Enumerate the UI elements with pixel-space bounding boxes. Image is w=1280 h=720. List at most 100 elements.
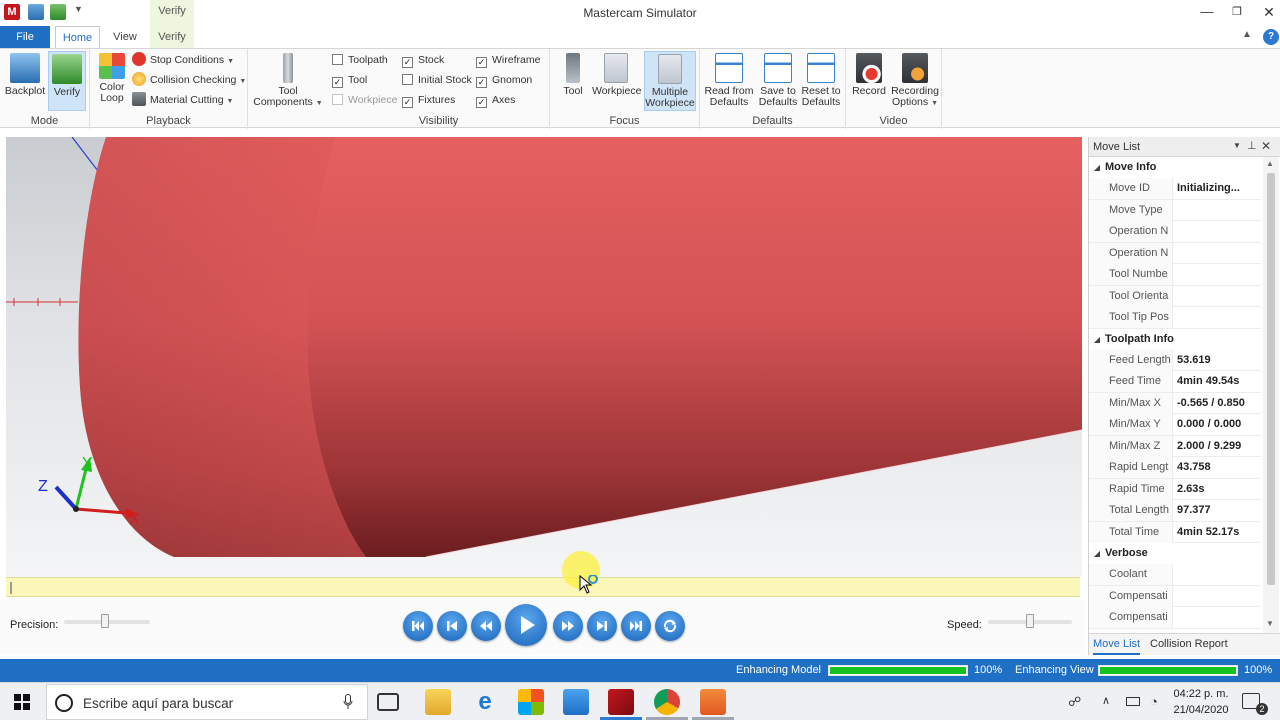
task-view-icon[interactable] bbox=[377, 693, 399, 711]
stop-conditions-button[interactable]: Stop Conditions ▼ bbox=[132, 51, 234, 69]
checkbox-box[interactable] bbox=[332, 54, 343, 65]
visibility-wireframe-checkbox[interactable]: ✓ Wireframe bbox=[476, 51, 540, 69]
color-loop-button[interactable]: Color Loop bbox=[94, 51, 130, 111]
property-row[interactable]: Tool Numbe bbox=[1089, 264, 1261, 286]
property-row[interactable]: Move ID Initializing... bbox=[1089, 178, 1261, 200]
chrome-icon[interactable] bbox=[654, 689, 680, 715]
clock-time[interactable]: 04:22 p. m. bbox=[1172, 688, 1230, 700]
edge-browser-icon[interactable]: e bbox=[472, 689, 498, 715]
checkbox-box[interactable]: ✓ bbox=[476, 97, 487, 108]
collapse-triangle-icon[interactable]: ◢ bbox=[1089, 157, 1105, 178]
windows-start-icon[interactable] bbox=[14, 694, 30, 710]
microsoft-store-icon[interactable] bbox=[518, 689, 544, 715]
scroll-down-icon[interactable]: ▼ bbox=[1266, 619, 1274, 628]
checkbox-box[interactable] bbox=[402, 74, 413, 85]
visibility-tool-checkbox[interactable]: ✓ Tool bbox=[332, 71, 367, 89]
checkbox-box[interactable]: ✓ bbox=[476, 77, 487, 88]
property-row[interactable]: Tool Tip Pos bbox=[1089, 307, 1261, 329]
simulation-viewport[interactable]: X Y Z bbox=[6, 137, 1082, 577]
minimize-button[interactable]: — bbox=[1192, 2, 1222, 22]
property-row[interactable]: Compensati bbox=[1089, 585, 1261, 607]
precision-slider-thumb[interactable] bbox=[101, 614, 110, 628]
material-cutting-button[interactable]: Material Cutting ▼ bbox=[132, 91, 233, 109]
section-move-info[interactable]: ◢ Move Info bbox=[1089, 157, 1261, 178]
property-row[interactable]: Min/Max Y 0.000 / 0.000 bbox=[1089, 414, 1261, 436]
quick-access-verify-icon[interactable] bbox=[50, 4, 66, 20]
save-to-defaults-button[interactable]: Save to Defaults bbox=[756, 51, 800, 111]
property-row[interactable]: Feed Time 4min 49.54s bbox=[1089, 371, 1261, 393]
property-row[interactable]: Compensati bbox=[1089, 607, 1261, 629]
focus-workpiece-button[interactable]: Workpiece bbox=[592, 51, 641, 111]
reset-to-defaults-button[interactable]: Reset to Defaults bbox=[800, 51, 842, 111]
clock-date[interactable]: 21/04/2020 bbox=[1172, 704, 1230, 716]
mastercam-app-icon[interactable]: M bbox=[4, 4, 20, 20]
scroll-up-icon[interactable]: ▲ bbox=[1266, 159, 1274, 168]
property-row[interactable]: Min/Max X -0.565 / 0.850 bbox=[1089, 392, 1261, 414]
tab-collision-report[interactable]: Collision Report bbox=[1150, 637, 1228, 655]
property-row[interactable]: Min/Max Z 2.000 / 9.299 bbox=[1089, 435, 1261, 457]
close-button[interactable]: ✕ bbox=[1254, 2, 1280, 22]
quick-access-save-icon[interactable] bbox=[28, 4, 44, 20]
property-row[interactable]: Coolant bbox=[1089, 564, 1261, 586]
property-row[interactable]: Tool Orienta bbox=[1089, 285, 1261, 307]
collapse-triangle-icon[interactable]: ◢ bbox=[1089, 329, 1105, 350]
section-verbose[interactable]: ◢ Verbose bbox=[1089, 543, 1261, 564]
step-forward-button[interactable] bbox=[587, 611, 617, 641]
backplot-button[interactable]: Backplot bbox=[4, 51, 46, 111]
tab-home[interactable]: Home bbox=[55, 26, 100, 48]
property-row[interactable]: Rapid Time 2.63s bbox=[1089, 478, 1261, 500]
visibility-fixtures-checkbox[interactable]: ✓ Fixtures bbox=[402, 91, 455, 109]
checkbox-box[interactable]: ✓ bbox=[332, 77, 343, 88]
property-row[interactable]: Move Type bbox=[1089, 199, 1261, 221]
collapse-triangle-icon[interactable]: ◢ bbox=[1089, 543, 1105, 564]
fast-forward-button[interactable] bbox=[553, 611, 583, 641]
network-icon[interactable]: ◔ bbox=[1150, 694, 1158, 709]
battery-icon[interactable] bbox=[1126, 697, 1140, 706]
visibility-gnomon-checkbox[interactable]: ✓ Gnomon bbox=[476, 71, 532, 89]
visibility-toolpath-checkbox[interactable]: Toolpath bbox=[332, 51, 388, 69]
record-button[interactable]: Record bbox=[850, 51, 888, 111]
help-icon[interactable]: ? bbox=[1263, 29, 1279, 45]
recording-options-button[interactable]: Recording Options ▼ bbox=[890, 51, 940, 111]
checkbox-box[interactable]: ✓ bbox=[476, 57, 487, 68]
verify-button[interactable]: Verify bbox=[48, 51, 86, 111]
checkbox-box[interactable]: ✓ bbox=[402, 57, 413, 68]
property-row[interactable]: Total Time 4min 52.17s bbox=[1089, 521, 1261, 543]
taskbar-search-box[interactable]: Escribe aquí para buscar bbox=[46, 684, 368, 720]
file-explorer-icon[interactable] bbox=[425, 689, 451, 715]
go-to-start-button[interactable] bbox=[403, 611, 433, 641]
quick-access-customize-dropdown[interactable]: ▼ bbox=[74, 4, 84, 20]
tab-verify[interactable]: Verify bbox=[150, 26, 194, 48]
move-list-scrollbar[interactable]: ▲ ▼ bbox=[1263, 157, 1279, 633]
scrollbar-thumb[interactable] bbox=[1267, 173, 1275, 585]
focus-tool-button[interactable]: Tool bbox=[558, 51, 588, 111]
section-toolpath-info[interactable]: ◢ Toolpath Info bbox=[1089, 328, 1261, 350]
play-button[interactable] bbox=[505, 604, 547, 646]
visibility-initial-stock-checkbox[interactable]: Initial Stock bbox=[402, 71, 472, 89]
tab-view[interactable]: View bbox=[104, 26, 146, 48]
property-row[interactable]: Operation N bbox=[1089, 221, 1261, 243]
go-to-end-button[interactable] bbox=[621, 611, 651, 641]
playback-timeline-scrubber[interactable] bbox=[6, 577, 1080, 597]
speed-slider-thumb[interactable] bbox=[1026, 614, 1034, 628]
panel-dropdown-icon[interactable]: ▼ bbox=[1233, 141, 1241, 150]
panel-close-icon[interactable]: ✕ bbox=[1261, 139, 1271, 153]
visibility-axes-checkbox[interactable]: ✓ Axes bbox=[476, 91, 515, 109]
collision-checking-button[interactable]: Collision Checking ▼ bbox=[132, 71, 246, 89]
property-row[interactable]: Rapid Lengt 43.758 bbox=[1089, 457, 1261, 479]
property-row[interactable]: Feed Length 53.619 bbox=[1089, 349, 1261, 371]
focus-multiple-workpiece-button[interactable]: Multiple Workpiece bbox=[644, 51, 696, 111]
read-from-defaults-button[interactable]: Read from Defaults bbox=[704, 51, 754, 111]
tab-move-list[interactable]: Move List bbox=[1093, 637, 1141, 655]
checkbox-box[interactable]: ✓ bbox=[402, 97, 413, 108]
tool-components-button[interactable]: Tool Components ▼ bbox=[252, 51, 324, 111]
tab-file[interactable]: File bbox=[0, 26, 50, 48]
pin-icon[interactable]: ⊥ bbox=[1247, 139, 1257, 152]
people-icon[interactable]: ☍ bbox=[1068, 694, 1081, 710]
restore-button[interactable]: ❐ bbox=[1222, 2, 1252, 22]
loop-button[interactable] bbox=[655, 611, 685, 641]
mastercam-taskbar-icon[interactable] bbox=[608, 689, 634, 715]
mail-icon[interactable] bbox=[563, 689, 589, 715]
property-row[interactable]: Total Length 97.377 bbox=[1089, 500, 1261, 522]
microphone-icon[interactable] bbox=[343, 694, 353, 710]
